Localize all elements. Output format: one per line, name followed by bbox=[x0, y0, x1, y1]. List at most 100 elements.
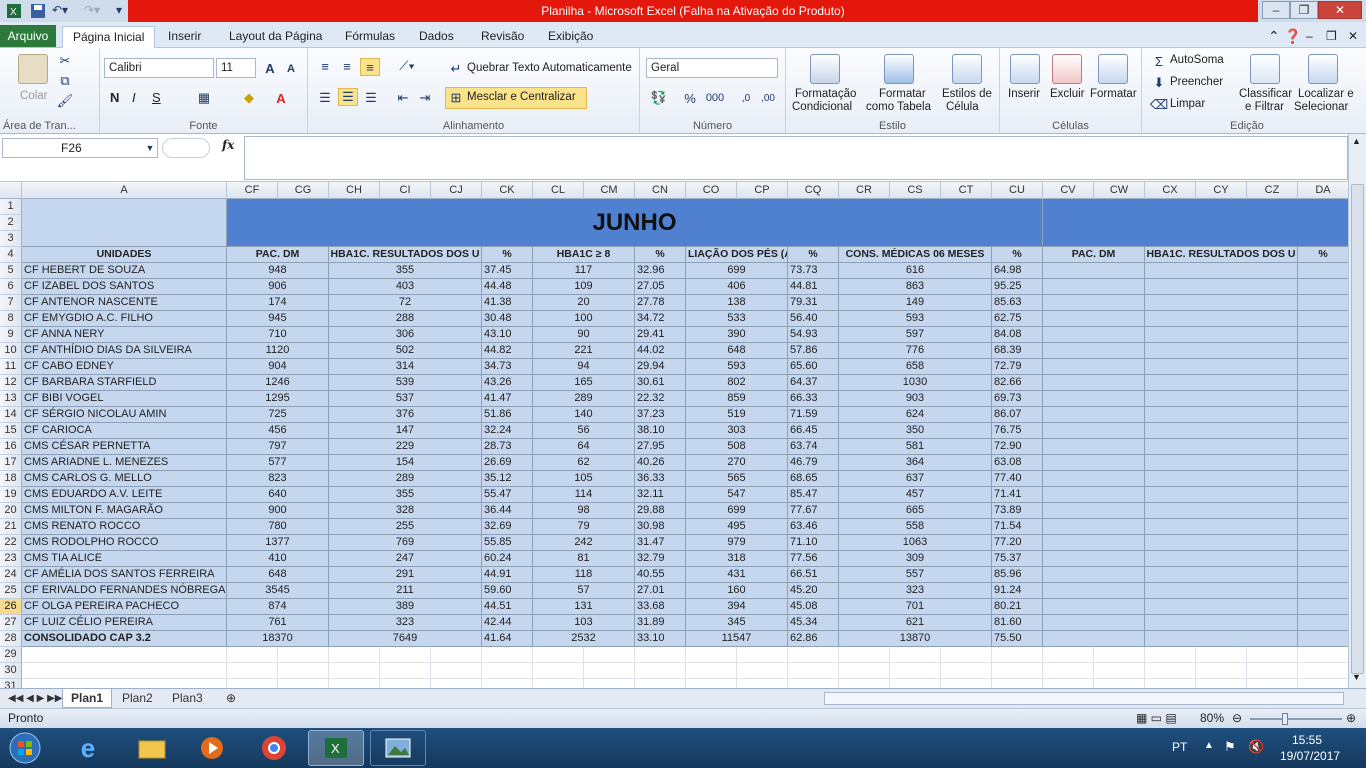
empty-cell[interactable] bbox=[1298, 311, 1348, 327]
empty-cell[interactable] bbox=[839, 647, 890, 663]
data-cell[interactable]: 69.73 bbox=[992, 391, 1043, 407]
unit-name-cell[interactable]: CF ANNA NERY bbox=[22, 327, 227, 343]
unit-name-cell[interactable]: CMS CÉSAR PERNETTA bbox=[22, 439, 227, 455]
data-cell[interactable]: 364 bbox=[839, 455, 992, 471]
data-cell[interactable]: 945 bbox=[227, 311, 329, 327]
empty-cell[interactable] bbox=[1145, 631, 1298, 647]
data-cell[interactable]: 41.38 bbox=[482, 295, 533, 311]
unit-name-cell[interactable]: CMS MILTON F. MAGARÃO bbox=[22, 503, 227, 519]
data-cell[interactable]: 77.56 bbox=[788, 551, 839, 567]
header-unidades[interactable]: UNIDADES bbox=[22, 247, 227, 263]
data-cell[interactable]: 72.90 bbox=[992, 439, 1043, 455]
data-cell[interactable]: 621 bbox=[839, 615, 992, 631]
empty-cell[interactable] bbox=[533, 663, 584, 679]
data-cell[interactable]: 72.79 bbox=[992, 359, 1043, 375]
column-header-a[interactable]: A bbox=[22, 182, 227, 199]
insert-cells-button[interactable]: Inserir bbox=[1008, 88, 1040, 100]
data-cell[interactable]: 725 bbox=[227, 407, 329, 423]
column-header-cw[interactable]: CW bbox=[1094, 182, 1145, 199]
unit-name-cell[interactable]: CF BIBI VOGEL bbox=[22, 391, 227, 407]
empty-cell[interactable] bbox=[227, 647, 278, 663]
row-header[interactable]: 22 bbox=[0, 535, 22, 551]
empty-cell[interactable] bbox=[686, 647, 737, 663]
data-cell[interactable]: 41.47 bbox=[482, 391, 533, 407]
empty-cell[interactable] bbox=[1145, 583, 1298, 599]
column-header-co[interactable]: CO bbox=[686, 182, 737, 199]
row-header[interactable]: 9 bbox=[0, 327, 22, 343]
ribbon-collapse-icon[interactable]: ⌃ bbox=[1268, 26, 1280, 48]
empty-cell[interactable] bbox=[1043, 663, 1094, 679]
data-cell[interactable]: 91.24 bbox=[992, 583, 1043, 599]
row-header[interactable]: 15 bbox=[0, 423, 22, 439]
data-cell[interactable]: 495 bbox=[686, 519, 788, 535]
delete-cells-button[interactable]: Excluir bbox=[1050, 88, 1085, 100]
help-icon[interactable]: ❓ bbox=[1284, 26, 1301, 48]
data-cell[interactable]: 29.88 bbox=[635, 503, 686, 519]
row-header[interactable]: 26 bbox=[0, 599, 22, 615]
column-header-ch[interactable]: CH bbox=[329, 182, 380, 199]
currency-icon[interactable]: 💱 bbox=[648, 90, 670, 106]
data-cell[interactable]: 406 bbox=[686, 279, 788, 295]
header-pct-5[interactable]: % bbox=[1298, 247, 1348, 263]
tab-review[interactable]: Revisão bbox=[481, 26, 524, 48]
data-cell[interactable]: 780 bbox=[227, 519, 329, 535]
empty-cell[interactable] bbox=[482, 679, 533, 688]
row-header[interactable]: 21 bbox=[0, 519, 22, 535]
empty-cell[interactable] bbox=[1298, 631, 1348, 647]
data-cell[interactable]: 84.08 bbox=[992, 327, 1043, 343]
data-cell[interactable]: 355 bbox=[329, 263, 482, 279]
data-cell[interactable]: 85.63 bbox=[992, 295, 1043, 311]
empty-cell[interactable] bbox=[1298, 647, 1348, 663]
empty-cell[interactable] bbox=[737, 663, 788, 679]
align-right-icon[interactable]: ☰ bbox=[362, 90, 380, 106]
data-cell[interactable]: 593 bbox=[839, 311, 992, 327]
data-cell[interactable]: 11547 bbox=[686, 631, 788, 647]
data-cell[interactable]: 140 bbox=[533, 407, 635, 423]
unit-name-cell[interactable]: CF LUIZ CÉLIO PEREIRA bbox=[22, 615, 227, 631]
empty-cell[interactable] bbox=[1043, 263, 1145, 279]
empty-cell[interactable] bbox=[278, 679, 329, 688]
title-block-left[interactable] bbox=[22, 199, 227, 247]
data-cell[interactable]: 34.73 bbox=[482, 359, 533, 375]
data-cell[interactable]: 38.10 bbox=[635, 423, 686, 439]
unit-name-cell[interactable]: CMS TIA ALICE bbox=[22, 551, 227, 567]
empty-cell[interactable] bbox=[839, 663, 890, 679]
empty-cell[interactable] bbox=[941, 679, 992, 688]
empty-cell[interactable] bbox=[1298, 263, 1348, 279]
row-header[interactable]: 23 bbox=[0, 551, 22, 567]
row-header[interactable]: 31 bbox=[0, 679, 22, 688]
name-box[interactable]: F26 bbox=[2, 138, 158, 158]
data-cell[interactable]: 1295 bbox=[227, 391, 329, 407]
conditional-format-button-l2[interactable]: Condicional bbox=[792, 101, 852, 113]
redo-icon[interactable]: ↷▾ bbox=[84, 3, 100, 19]
cell-styles-button-l1[interactable]: Estilos de bbox=[942, 88, 992, 100]
data-cell[interactable]: 3545 bbox=[227, 583, 329, 599]
data-cell[interactable]: 51.86 bbox=[482, 407, 533, 423]
data-cell[interactable]: 519 bbox=[686, 407, 788, 423]
empty-cell[interactable] bbox=[1145, 551, 1298, 567]
speaker-muted-icon[interactable]: 🔇 bbox=[1248, 739, 1264, 755]
column-header-ck[interactable]: CK bbox=[482, 182, 533, 199]
empty-cell[interactable] bbox=[1094, 647, 1145, 663]
customize-qat-icon[interactable]: ▾ bbox=[116, 3, 122, 19]
empty-cell[interactable] bbox=[1043, 631, 1145, 647]
empty-cell[interactable] bbox=[1043, 583, 1145, 599]
data-cell[interactable]: 557 bbox=[839, 567, 992, 583]
empty-cell[interactable] bbox=[686, 679, 737, 688]
data-cell[interactable]: 35.12 bbox=[482, 471, 533, 487]
shrink-font-icon[interactable]: A bbox=[284, 62, 298, 76]
row-header[interactable]: 4 bbox=[0, 247, 22, 263]
cell-styles-button-l2[interactable]: Célula bbox=[946, 101, 979, 113]
empty-cell[interactable] bbox=[1298, 423, 1348, 439]
empty-cell[interactable] bbox=[1043, 535, 1145, 551]
row-header[interactable]: 30 bbox=[0, 663, 22, 679]
cut-icon[interactable]: ✂ bbox=[58, 53, 72, 68]
format-table-button-l2[interactable]: como Tabela bbox=[866, 101, 931, 113]
data-cell[interactable]: 68.39 bbox=[992, 343, 1043, 359]
data-cell[interactable]: 394 bbox=[686, 599, 788, 615]
header-pac-dm-2[interactable]: PAC. DM bbox=[1043, 247, 1145, 263]
data-cell[interactable]: 45.08 bbox=[788, 599, 839, 615]
row-header[interactable]: 29 bbox=[0, 647, 22, 663]
empty-cell[interactable] bbox=[1043, 599, 1145, 615]
scroll-up-icon[interactable]: ▲ bbox=[1352, 136, 1361, 146]
